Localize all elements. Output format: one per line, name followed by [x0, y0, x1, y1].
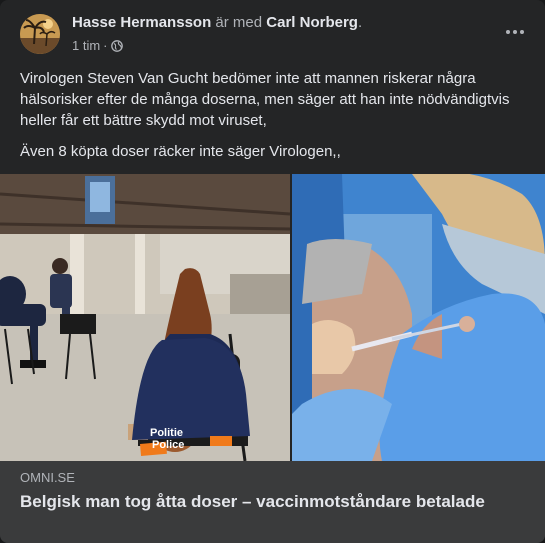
post-meta: 1 tim · [72, 38, 123, 53]
post-timestamp[interactable]: 1 tim [72, 38, 100, 53]
post-paragraph-2: Även 8 köpta doser räcker inte säger Vir… [20, 143, 341, 160]
vest-text-politie: Politie [150, 427, 183, 439]
tagged-suffix: . [357, 14, 363, 31]
author-line: Hasse Hermansson är med Carl Norberg. [72, 14, 362, 31]
meta-separator: · [103, 38, 108, 53]
post-card: Hasse Hermansson är med Carl Norberg. 1 … [0, 0, 545, 543]
link-preview-image[interactable]: Police Politie [0, 174, 545, 461]
with-text: är med [215, 14, 263, 31]
photo-vaccination [292, 174, 545, 461]
tagged-name[interactable]: Carl Norberg [266, 14, 358, 31]
more-options-icon[interactable] [501, 20, 529, 44]
globe-icon [110, 39, 123, 52]
post-paragraph-1: Virologen Steven Van Gucht bedömer inte … [20, 70, 510, 129]
link-title[interactable]: Belgisk man tog åtta doser – vaccinmotst… [20, 491, 525, 513]
link-domain: OMNI.SE [20, 470, 75, 485]
author-name[interactable]: Hasse Hermansson [72, 14, 211, 31]
avatar[interactable] [20, 14, 60, 54]
post-text: Virologen Steven Van Gucht bedömer inte … [20, 68, 530, 172]
link-preview-footer[interactable]: OMNI.SE Belgisk man tog åtta doser – vac… [0, 461, 545, 543]
photo-waiting-hall: Police Politie [0, 174, 290, 461]
post-header: Hasse Hermansson är med Carl Norberg. 1 … [20, 12, 529, 60]
vest-text-police: Police [152, 439, 184, 451]
